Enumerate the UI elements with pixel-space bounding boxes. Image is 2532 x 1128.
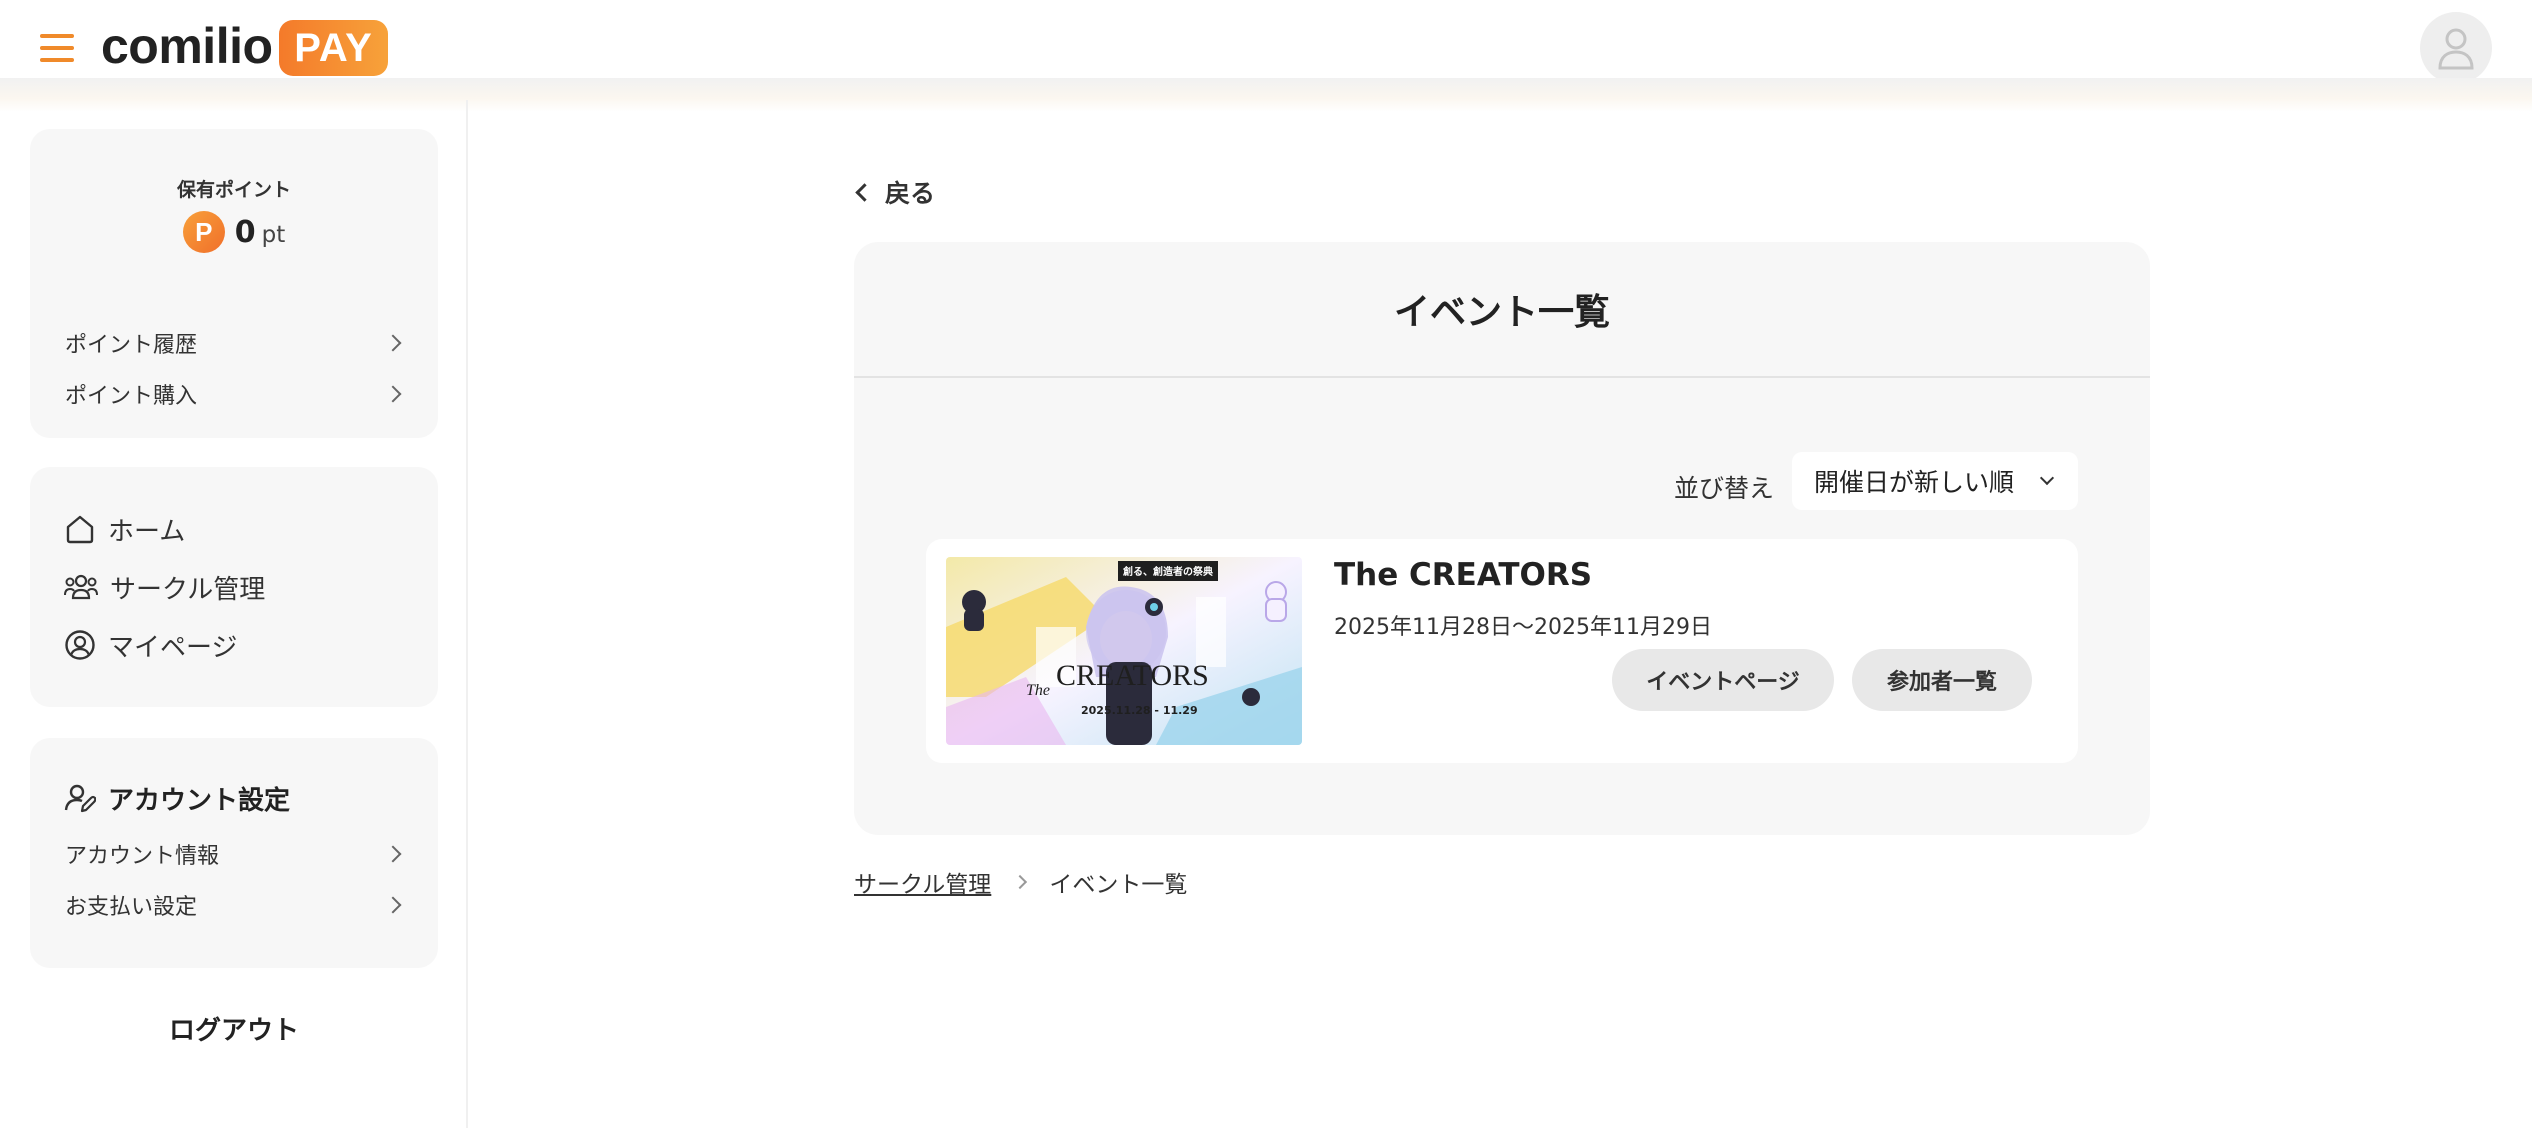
avatar[interactable] <box>2420 12 2492 84</box>
sidebar-item-label: ホーム <box>108 516 186 547</box>
home-icon <box>66 515 94 544</box>
account-info-label: アカウント情報 <box>65 844 220 869</box>
payment-settings-link[interactable]: お支払い設定 <box>65 888 405 922</box>
account-info-link[interactable]: アカウント情報 <box>65 837 405 871</box>
users-icon <box>64 574 98 600</box>
account-settings-card: アカウント設定 アカウント情報 お支払い設定 <box>30 738 438 968</box>
page-title: イベント一覧 <box>854 242 2150 378</box>
event-page-button[interactable]: イベントページ <box>1612 649 1834 711</box>
points-label: 保有ポイント <box>176 179 291 201</box>
event-thumbnail-image: 創る、創造者の祭典 The CREATORS 2025.11.28 - 11.2… <box>946 557 1302 745</box>
point-icon: P <box>182 211 225 253</box>
thumb-logo-text: CREATORS <box>1056 659 1209 692</box>
points-unit: pt <box>261 222 286 248</box>
account-settings-label: アカウント設定 <box>108 785 291 816</box>
sidebar-item-mypage[interactable]: マイページ <box>64 625 237 665</box>
user-circle-icon <box>65 630 95 660</box>
thumb-logo-prefix: The <box>1026 682 1050 699</box>
chevron-left-icon <box>855 182 874 202</box>
header-shadow <box>0 78 2532 112</box>
event-card: 創る、創造者の祭典 The CREATORS 2025.11.28 - 11.2… <box>926 539 2078 763</box>
account-settings-title: アカウント設定 <box>64 778 290 818</box>
sidebar-item-circle-management[interactable]: サークル管理 <box>64 567 265 607</box>
sort-dropdown[interactable]: 開催日が新しい順 <box>1792 452 2078 510</box>
app-header: comilio PAY <box>0 0 2532 84</box>
back-button[interactable]: 戻る <box>855 172 936 212</box>
sort-selected-value: 開催日が新しい順 <box>1814 468 2015 497</box>
sidebar-divider <box>466 100 468 1128</box>
event-list-panel: イベント一覧 並び替え 開催日が新しい順 創る、創造者の祭典 The CREAT… <box>854 242 2150 835</box>
navigation-card: ホーム サークル管理 マイページ <box>30 467 438 707</box>
chevron-right-icon <box>384 334 402 352</box>
point-history-link[interactable]: ポイント履歴 <box>65 326 405 360</box>
chevron-right-icon <box>1013 874 1028 890</box>
menu-icon[interactable] <box>40 34 74 62</box>
thumb-banner-text: 創る、創造者の祭典 <box>1122 565 1213 578</box>
breadcrumb-link-circle-management[interactable]: サークル管理 <box>854 865 991 899</box>
points-balance: P 0 pt <box>30 211 438 253</box>
sidebar-item-label: サークル管理 <box>110 574 266 605</box>
participants-list-button[interactable]: 参加者一覧 <box>1852 649 2032 711</box>
user-settings-icon <box>64 784 96 813</box>
back-label: 戻る <box>885 179 936 208</box>
event-date: 2025年11月28日〜2025年11月29日 <box>1334 615 1712 640</box>
sort-label: 並び替え <box>1674 474 1775 503</box>
points-card: 保有ポイント P 0 pt ポイント履歴 ポイント購入 <box>30 129 438 438</box>
logout-button[interactable]: ログアウト <box>30 1010 438 1047</box>
points-value: 0 <box>234 214 256 250</box>
chevron-right-icon <box>384 896 402 914</box>
sidebar-item-home[interactable]: ホーム <box>64 509 185 549</box>
payment-settings-label: お支払い設定 <box>65 895 198 920</box>
point-purchase-label: ポイント購入 <box>65 384 198 409</box>
event-title[interactable]: The CREATORS <box>1334 557 1592 593</box>
user-icon <box>2438 28 2474 70</box>
logo-text[interactable]: comilio <box>101 14 273 78</box>
breadcrumb-current: イベント一覧 <box>1049 872 1188 898</box>
logo-badge[interactable]: PAY <box>279 20 388 76</box>
chevron-right-icon <box>384 385 402 403</box>
point-purchase-link[interactable]: ポイント購入 <box>65 377 405 411</box>
breadcrumb: サークル管理 イベント一覧 <box>854 864 1187 900</box>
thumb-dates: 2025.11.28 - 11.29 <box>1081 704 1198 717</box>
chevron-down-icon <box>2039 470 2055 486</box>
sidebar-item-label: マイページ <box>108 632 238 663</box>
event-thumbnail[interactable]: 創る、創造者の祭典 The CREATORS 2025.11.28 - 11.2… <box>946 557 1302 745</box>
chevron-right-icon <box>384 845 402 863</box>
point-history-label: ポイント履歴 <box>65 333 198 358</box>
